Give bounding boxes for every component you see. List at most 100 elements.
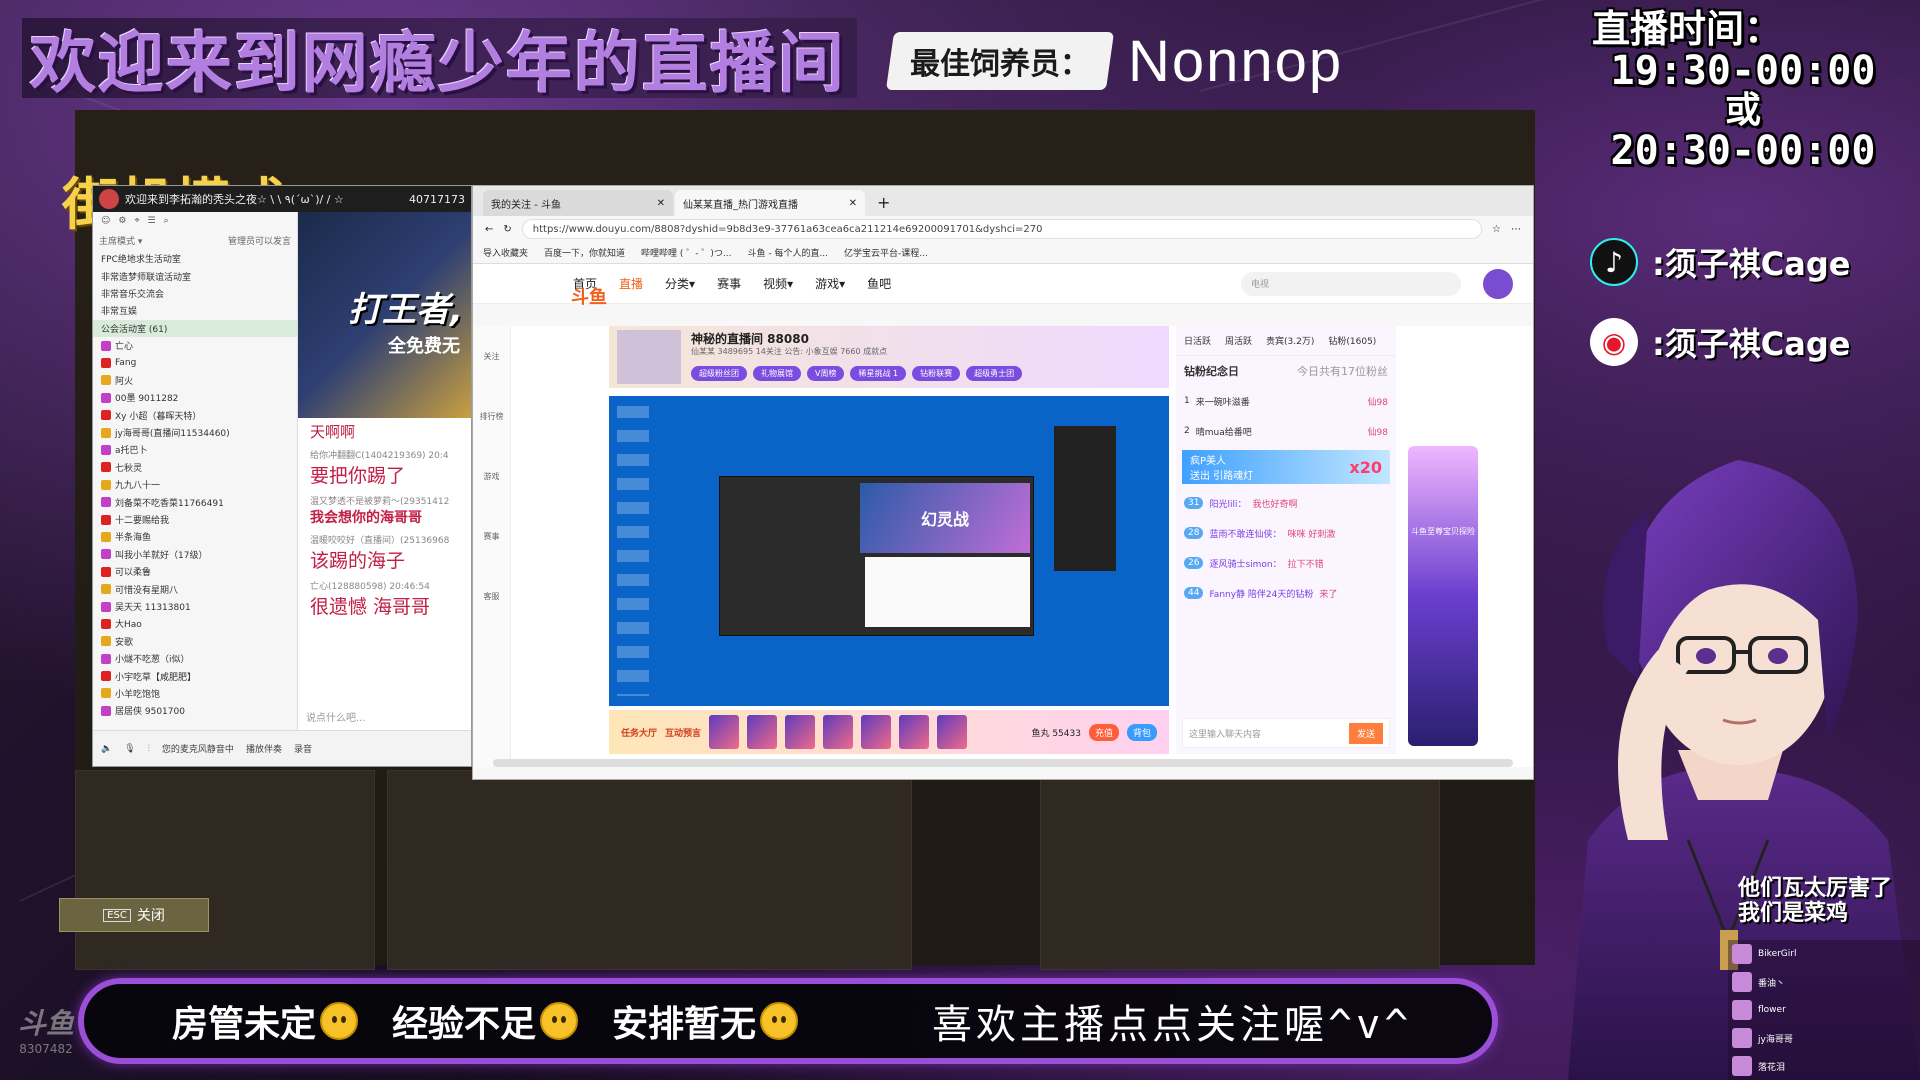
room-button[interactable]: 超级勇士团: [966, 366, 1023, 381]
close-icon[interactable]: ✕: [849, 198, 857, 209]
settings-icon[interactable]: ⚙: [118, 216, 126, 230]
channel-row[interactable]: 可惜没有星期八: [93, 580, 297, 597]
channel-row[interactable]: 七秋灵: [93, 459, 297, 476]
send-button[interactable]: 发送: [1348, 722, 1383, 744]
back-icon[interactable]: ←: [485, 224, 493, 235]
channel-row[interactable]: FPC绝地求生活动室: [93, 250, 297, 267]
backpack-button[interactable]: 背包: [1126, 723, 1157, 741]
room-button[interactable]: 钻粉联赛: [912, 366, 961, 381]
chat-input[interactable]: 说点什么吧...: [306, 709, 366, 724]
search-input[interactable]: 电视: [1241, 271, 1461, 296]
douyu-logo[interactable]: 斗鱼: [571, 283, 607, 309]
favorite-link[interactable]: 百度一下，你就知道: [544, 246, 625, 259]
channel-row[interactable]: 00墨 9011282: [93, 389, 297, 406]
channel-row[interactable]: 吴天天 11313801: [93, 598, 297, 615]
task-hall-button[interactable]: 任务大厅: [621, 726, 657, 739]
channel-row[interactable]: 九九八十一: [93, 476, 297, 493]
favorite-link[interactable]: 亿学宝云平台-课程...: [844, 246, 928, 259]
mode-select[interactable]: 主席模式 ▾: [99, 234, 142, 250]
mixer-icon[interactable]: ⫶: [148, 744, 150, 754]
channel-row[interactable]: a托巴卜: [93, 441, 297, 458]
record-button[interactable]: 录音: [294, 742, 312, 755]
channel-row[interactable]: 非常音乐交流会: [93, 285, 297, 302]
browser-tab-active[interactable]: 仙某某直播_热门游戏直播 ✕: [675, 190, 865, 216]
rank-tab[interactable]: 钻粉(1605): [1328, 334, 1376, 347]
room-button[interactable]: 礼物展馆: [753, 366, 801, 381]
sidebar-item[interactable]: 赛事: [473, 506, 510, 566]
music-button[interactable]: 播放伴奏: [246, 742, 282, 755]
video-player[interactable]: 幻灵战: [609, 396, 1169, 706]
charge-button[interactable]: 充值: [1088, 723, 1119, 741]
new-tab-icon[interactable]: +: [867, 193, 900, 216]
channel-row[interactable]: 刘备菜不吃香菜11766491: [93, 493, 297, 510]
channel-row[interactable]: 非常互娱: [93, 302, 297, 319]
channel-row[interactable]: Fang: [93, 354, 297, 371]
prediction-button[interactable]: 互动预言: [665, 726, 701, 739]
horizontal-scrollbar[interactable]: [493, 759, 1513, 767]
rank-tab[interactable]: 贵宾(3.2万): [1266, 334, 1314, 347]
gift-item[interactable]: [899, 715, 930, 749]
gift-item[interactable]: [785, 715, 816, 749]
gift-item[interactable]: [861, 715, 892, 749]
browser-tab[interactable]: 我的关注 - 斗鱼 ✕: [483, 190, 673, 216]
url-input[interactable]: https://www.douyu.com/8808?dyshid=9b8d3e…: [521, 219, 1483, 239]
channel-row[interactable]: 居居侠 9501700: [93, 702, 297, 719]
nav-item[interactable]: 视频▾: [763, 275, 793, 292]
esc-close-button[interactable]: ESC 关闭: [59, 898, 209, 932]
room-button[interactable]: 超级粉丝团: [691, 366, 747, 381]
channel-row[interactable]: 安歌: [93, 633, 297, 650]
mic-icon[interactable]: 🎙: [124, 744, 135, 754]
sidebar-item[interactable]: 游戏: [473, 446, 510, 506]
nav-item[interactable]: 直播: [619, 275, 643, 292]
favorite-link[interactable]: 导入收藏夹: [483, 246, 528, 259]
user-icon[interactable]: ☺: [101, 216, 110, 230]
channel-row[interactable]: 小羊吃饱饱: [93, 685, 297, 702]
search-icon[interactable]: ⌕: [164, 216, 169, 230]
room-button[interactable]: V周榜: [807, 366, 845, 381]
channel-row[interactable]: 阿火: [93, 372, 297, 389]
best-feeder-label: 最佳饲养员：: [910, 47, 1090, 82]
close-icon[interactable]: ✕: [657, 198, 665, 209]
favorite-link[interactable]: 哔哩哔哩 ( ゜- ゜)つ...: [641, 246, 731, 259]
room-button[interactable]: 稀星挑战 1: [850, 366, 907, 381]
reload-icon[interactable]: ↻: [503, 224, 511, 235]
channel-row[interactable]: 半条海鱼: [93, 528, 297, 545]
channel-row[interactable]: 可以柔鲁: [93, 563, 297, 580]
channel-row[interactable]: 十二要赐给我: [93, 511, 297, 528]
channel-row[interactable]: 小燧不吃葱（i似）: [93, 650, 297, 667]
list-icon[interactable]: ☰: [148, 216, 156, 230]
chat-sender: 亡心(128880598) 20:46:54: [310, 582, 430, 592]
channel-row[interactable]: 亡心: [93, 337, 297, 354]
gift-item[interactable]: [709, 715, 740, 749]
promo-banner[interactable]: 打王者, 全免费无: [298, 212, 471, 418]
sidebar-item[interactable]: 关注: [473, 326, 510, 386]
nav-item[interactable]: 分类▾: [665, 275, 695, 292]
channel-row[interactable]: 大Hao: [93, 615, 297, 632]
nav-item[interactable]: 游戏▾: [815, 275, 845, 292]
channel-row[interactable]: 叫我小羊就好（17级）: [93, 546, 297, 563]
nav-item[interactable]: 鱼吧: [867, 275, 891, 292]
channel-row[interactable]: jy海哥哥(直播间11534460): [93, 424, 297, 441]
rank-tab[interactable]: 日活跃: [1184, 334, 1211, 347]
favorite-icon[interactable]: ☆: [1492, 224, 1501, 235]
channel-row[interactable]: 公会活动室 (61): [93, 319, 297, 337]
gift-item[interactable]: [823, 715, 854, 749]
rank-tab[interactable]: 周活跃: [1225, 334, 1252, 347]
channel-row[interactable]: 非常造梦师联谊活动室: [93, 267, 297, 284]
speaker-icon[interactable]: 🔈: [101, 744, 112, 754]
avatar[interactable]: [1483, 268, 1513, 299]
streamer-avatar[interactable]: [617, 330, 681, 384]
side-promo[interactable]: 斗鱼至尊宝贝探险: [1408, 446, 1478, 746]
channel-row[interactable]: Xy 小超（暮晖天特）: [93, 407, 297, 424]
sidebar-item[interactable]: 排行榜: [473, 386, 510, 446]
chat-input[interactable]: 这里输入聊天内容 发送: [1182, 718, 1390, 748]
channel-row[interactable]: 小宇吃草【咸肥肥】: [93, 667, 297, 684]
sidebar-item[interactable]: 客服: [473, 566, 510, 626]
favorite-link[interactable]: 斗鱼 - 每个人的直...: [747, 246, 828, 259]
menu-icon[interactable]: ⋯: [1511, 224, 1521, 235]
gift-item[interactable]: [937, 715, 968, 749]
location-icon[interactable]: ⌖: [134, 216, 139, 230]
douyu-nav: 首页 直播 分类▾ 赛事 视频▾ 游戏▾ 鱼吧 电视: [473, 264, 1533, 304]
gift-item[interactable]: [747, 715, 778, 749]
nav-item[interactable]: 赛事: [717, 275, 741, 292]
